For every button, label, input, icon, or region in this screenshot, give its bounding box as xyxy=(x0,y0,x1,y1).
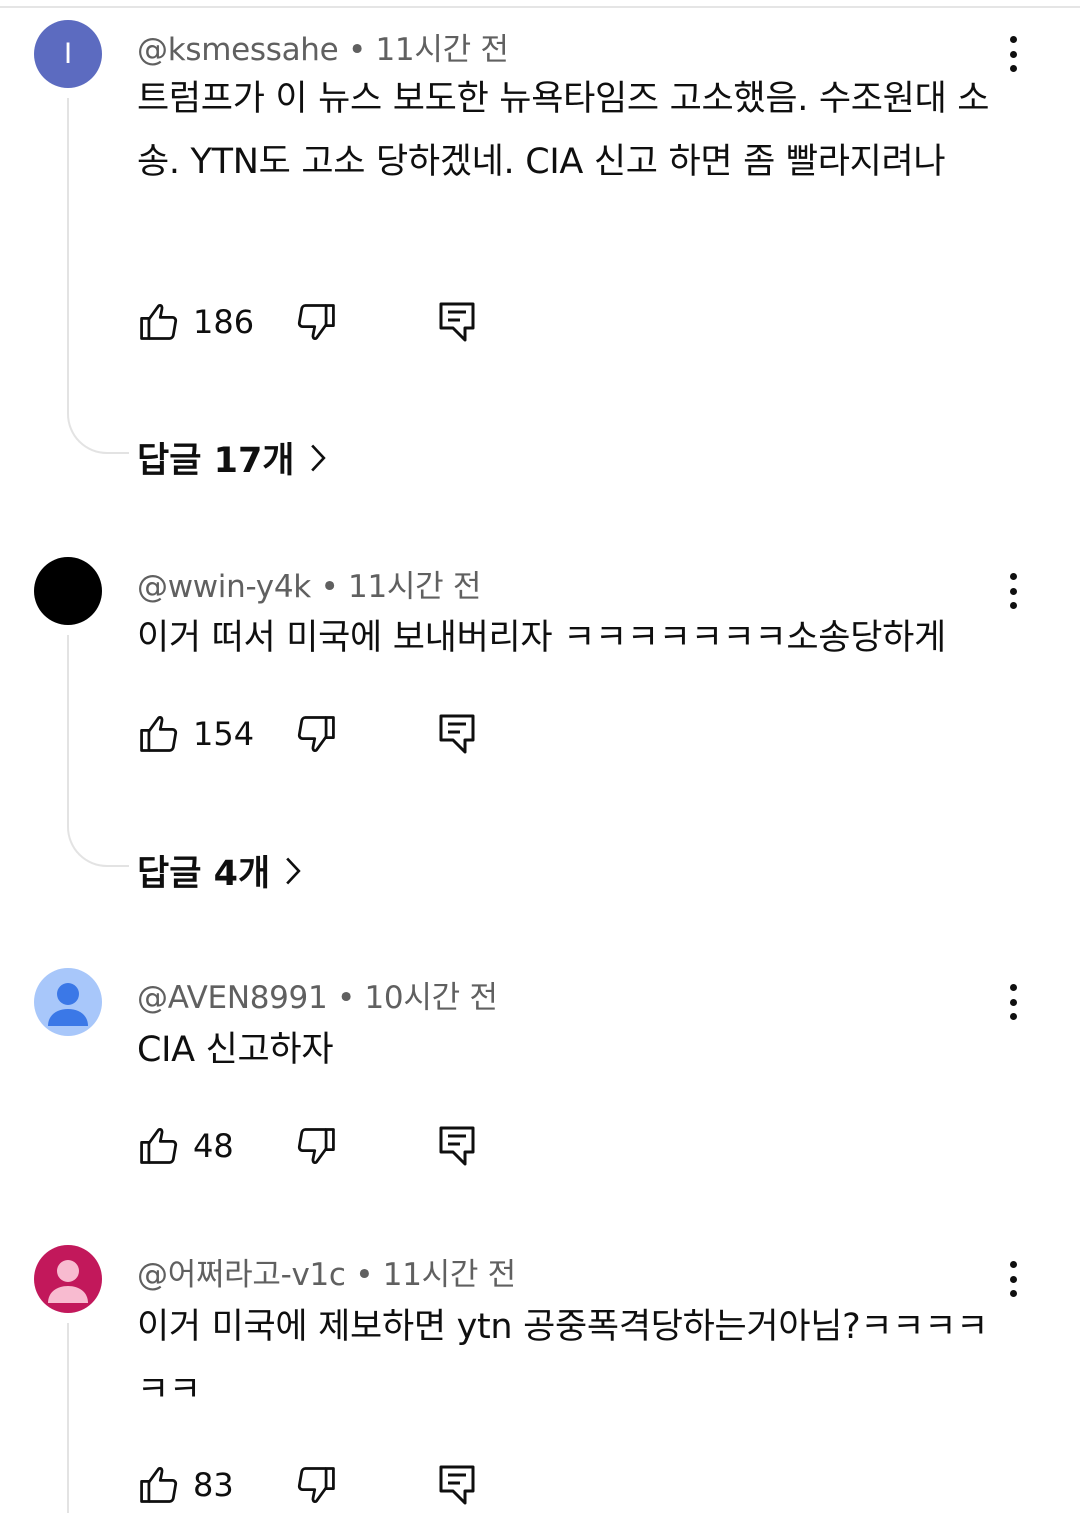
more-options-button[interactable] xyxy=(996,982,1030,1022)
meta-separator: • xyxy=(345,1257,383,1293)
default-person-icon xyxy=(48,1260,88,1303)
comment-meta: @wwin-y4k • 11시간 전 xyxy=(137,561,481,606)
avatar[interactable] xyxy=(34,968,102,1036)
chevron-right-icon xyxy=(310,444,326,471)
replies-label: 답글 4개 xyxy=(137,854,271,894)
meta-separator: • xyxy=(338,32,376,68)
comment-time[interactable]: 11시간 전 xyxy=(348,569,481,605)
like-count: 83 xyxy=(193,1466,234,1504)
more-options-button[interactable] xyxy=(996,571,1030,611)
avatar[interactable] xyxy=(34,1245,102,1313)
comment-thread: @AVEN8991 • 10시간 전 CIA 신고하자 48 xyxy=(0,968,1080,1178)
dislike-button[interactable] xyxy=(294,1463,338,1507)
comment-text: 이거 미국에 제보하면 ytn 공중폭격당하는거아님?ㅋㅋㅋㅋㅋㅋ xyxy=(137,1307,988,1410)
like-button[interactable] xyxy=(137,1463,181,1507)
top-divider xyxy=(0,6,1080,8)
comment-text: CIA 신고하자 xyxy=(137,1030,334,1070)
comment-author[interactable]: @어쩌라고-v1c xyxy=(137,1257,346,1293)
like-count: 48 xyxy=(193,1127,234,1165)
dislike-button[interactable] xyxy=(294,300,338,344)
comment-meta: @ksmessahe • 11시간 전 xyxy=(137,24,509,69)
thread-line xyxy=(67,1323,129,1513)
like-count: 154 xyxy=(193,715,255,753)
replies-toggle[interactable]: 답글 17개 xyxy=(137,432,327,483)
comment-thread: @wwin-y4k • 11시간 전 이거 떠서 미국에 보내버리자 ㅋㅋㅋㅋㅋ… xyxy=(0,557,1080,902)
thumb-up-icon xyxy=(140,1466,178,1503)
comment-author[interactable]: @ksmessahe xyxy=(137,32,339,68)
reply-button[interactable] xyxy=(437,1124,477,1168)
avatar[interactable]: I xyxy=(34,20,102,88)
like-button[interactable] xyxy=(137,300,181,344)
comment-thread: @어쩌라고-v1c • 11시간 전 이거 미국에 제보하면 ytn 공중폭격당… xyxy=(0,1245,1080,1513)
thumb-up-icon xyxy=(140,715,178,752)
comment-text: 트럼프가 이 뉴스 보도한 뉴욕타임즈 고소했음. 수조원대 소송. YTN도 … xyxy=(137,79,990,182)
reply-button[interactable] xyxy=(437,1463,477,1507)
comment-text: 이거 떠서 미국에 보내버리자 ㅋㅋㅋㅋㅋㅋㅋ소송당하게 xyxy=(137,618,946,658)
thread-line xyxy=(67,635,129,867)
like-button[interactable] xyxy=(137,1124,181,1168)
thumb-down-icon xyxy=(297,1128,335,1165)
comment-meta: @어쩌라고-v1c • 11시간 전 xyxy=(137,1249,516,1294)
chevron-right-icon xyxy=(286,857,301,884)
avatar[interactable] xyxy=(34,557,102,625)
comment-author[interactable]: @wwin-y4k xyxy=(137,569,311,605)
default-person-icon xyxy=(48,983,88,1026)
comment-time[interactable]: 11시간 전 xyxy=(383,1257,516,1293)
reply-comment-icon xyxy=(439,302,475,342)
thumb-up-icon xyxy=(140,1127,178,1164)
reply-comment-icon xyxy=(439,714,475,754)
like-button[interactable] xyxy=(137,712,181,756)
reply-comment-icon xyxy=(439,1126,475,1166)
comment-meta: @AVEN8991 • 10시간 전 xyxy=(137,972,498,1017)
like-count: 186 xyxy=(193,303,255,341)
comment-author[interactable]: @AVEN8991 xyxy=(137,980,328,1016)
dislike-button[interactable] xyxy=(294,712,338,756)
replies-toggle[interactable]: 답글 4개 xyxy=(137,845,302,896)
dislike-button[interactable] xyxy=(294,1124,338,1168)
thumb-down-icon xyxy=(297,304,335,341)
meta-separator: • xyxy=(327,980,365,1016)
thumb-down-icon xyxy=(297,716,335,753)
avatar-letter: I xyxy=(63,37,73,70)
thread-line xyxy=(67,98,129,454)
meta-separator: • xyxy=(310,569,349,605)
thumb-up-icon xyxy=(140,303,178,340)
thumb-down-icon xyxy=(297,1467,335,1504)
replies-label: 답글 17개 xyxy=(137,441,295,481)
reply-button[interactable] xyxy=(437,712,477,756)
comment-time[interactable]: 10시간 전 xyxy=(365,980,498,1016)
reply-button[interactable] xyxy=(437,300,477,344)
reply-comment-icon xyxy=(439,1465,475,1505)
comment-time[interactable]: 11시간 전 xyxy=(376,32,509,68)
comment-thread: I @ksmessahe • 11시간 전 트럼프가 이 뉴스 보도한 뉴욕타임… xyxy=(0,20,1080,490)
more-options-button[interactable] xyxy=(996,1259,1030,1299)
